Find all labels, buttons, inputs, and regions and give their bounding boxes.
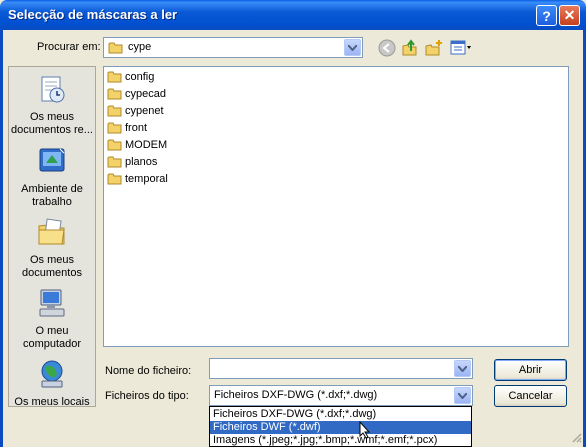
filetype-label: Ficheiros do tipo: [105, 390, 189, 402]
list-item[interactable]: cypenet [107, 103, 164, 119]
up-folder-icon[interactable] [400, 38, 420, 58]
window-title: Selecção de máscaras a ler [8, 7, 178, 22]
back-icon[interactable] [377, 38, 397, 58]
place-my-computer[interactable]: O meu computador [9, 287, 95, 351]
folder-name: temporal [125, 173, 168, 185]
folder-icon [107, 139, 122, 151]
filetype-option[interactable]: Imagens (*.jpeg;*.jpg;*.bmp;*.wmf;*.emf;… [210, 434, 471, 447]
desktop-icon [39, 148, 65, 172]
list-item[interactable]: planos [107, 154, 157, 170]
list-item[interactable]: temporal [107, 171, 168, 187]
folder-name: front [125, 122, 148, 134]
list-item[interactable]: cypecad [107, 86, 166, 102]
list-item[interactable]: config [107, 69, 154, 85]
network-places-icon [41, 360, 63, 388]
list-item[interactable]: MODEM [107, 137, 167, 153]
mouse-cursor-icon [359, 421, 371, 439]
open-button[interactable]: Abrir [494, 359, 567, 381]
place-desktop[interactable]: Ambiente de trabalho [9, 145, 95, 209]
place-network[interactable]: Os meus locais [9, 358, 95, 409]
folder-icon [107, 71, 122, 83]
filetype-option[interactable]: Ficheiros DXF-DWG (*.dxf;*.dwg) [210, 408, 471, 421]
folder-name: cypecad [125, 88, 166, 100]
recent-documents-icon [41, 76, 65, 103]
lookin-value: cype [128, 41, 152, 53]
folder-name: config [125, 71, 155, 83]
cancel-button[interactable]: Cancelar [494, 385, 567, 407]
close-button[interactable]: ✕ [559, 5, 580, 26]
filetype-dropdown-list: Ficheiros DXF-DWG (*.dxf;*.dwg) Ficheiro… [209, 406, 472, 447]
folder-icon [107, 156, 122, 168]
help-icon: ? [542, 7, 551, 24]
view-menu-icon[interactable] [449, 38, 473, 58]
close-icon: ✕ [563, 7, 576, 23]
folder-name: planos [125, 156, 158, 168]
lookin-dropdown[interactable]: cype [103, 37, 363, 58]
file-list[interactable]: config cypecad cypenet front MODEM plano… [103, 66, 569, 347]
filename-label: Nome do ficheiro: [105, 365, 192, 377]
folder-icon [107, 88, 122, 100]
folder-name: cypenet [125, 105, 164, 117]
place-label: O meu computador [22, 325, 82, 350]
my-documents-icon [38, 218, 65, 245]
lookin-label: Procurar em: [37, 41, 101, 53]
chevron-down-icon[interactable] [454, 387, 471, 404]
help-button[interactable]: ? [536, 5, 557, 26]
folder-icon [108, 42, 123, 54]
filetype-select[interactable]: Ficheiros DXF-DWG (*.dxf;*.dwg) [209, 385, 473, 406]
folder-icon [107, 122, 122, 134]
filetype-value: Ficheiros DXF-DWG (*.dxf;*.dwg) [214, 389, 378, 401]
filename-input[interactable] [209, 358, 473, 379]
new-folder-icon[interactable] [424, 38, 444, 58]
chevron-down-icon[interactable] [344, 39, 361, 56]
places-bar: Os meus documentos re... Ambiente de tra… [8, 66, 96, 409]
folder-icon [107, 173, 122, 185]
folder-icon [107, 105, 122, 117]
place-recent-documents[interactable]: Os meus documentos re... [9, 73, 95, 137]
title-bar: Selecção de máscaras a ler ? ✕ [0, 0, 586, 30]
place-label: Ambiente de trabalho [21, 183, 83, 208]
chevron-down-icon[interactable] [454, 360, 471, 377]
place-label: Os meus locais [14, 396, 90, 408]
list-item[interactable]: front [107, 120, 147, 136]
place-label: Os meus documentos [22, 254, 82, 279]
place-my-documents[interactable]: Os meus documentos [9, 216, 95, 280]
folder-name: MODEM [125, 139, 168, 151]
place-label: Os meus documentos re... [11, 111, 93, 136]
filetype-option-highlighted[interactable]: Ficheiros DWF (*.dwf) [210, 421, 471, 434]
resize-grip-icon[interactable] [570, 431, 582, 443]
my-computer-icon [39, 289, 65, 317]
